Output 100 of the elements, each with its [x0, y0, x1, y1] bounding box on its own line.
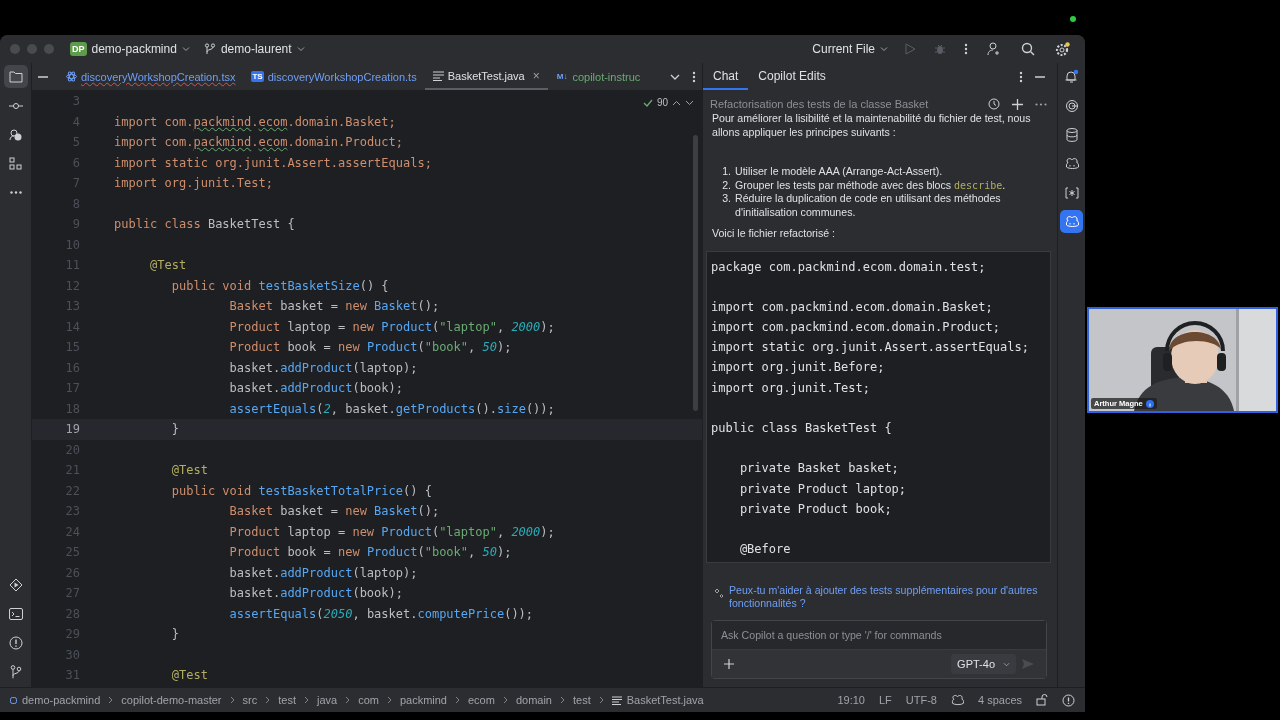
breadcrumb[interactable]: ecom — [468, 694, 495, 706]
chevron-down-icon[interactable] — [685, 99, 694, 106]
line-number: 19 — [64, 422, 80, 437]
branch-selector[interactable]: demo-laurent — [199, 40, 309, 58]
chat-icon[interactable] — [1060, 210, 1083, 233]
code-line: Product laptop = new Product("laptop", 2000); — [228, 524, 555, 539]
code-line: import static org.junit.Assert.assertEquals; — [711, 340, 1029, 355]
file-type-icon: M↓ — [555, 71, 569, 82]
settings-icon[interactable] — [1055, 41, 1070, 57]
code-line: Product book = new Product("book", 50); — [228, 340, 512, 355]
code-line: public void testBasketSize() { — [170, 278, 389, 293]
more-icon[interactable] — [964, 43, 968, 55]
list-number: 3. — [721, 192, 731, 206]
panel-tab[interactable]: Chat — [703, 63, 749, 90]
panel-tab[interactable]: Copilot Edits — [748, 63, 836, 90]
message-text: Voici le fichier refactorisé : — [712, 227, 837, 241]
code-line: @Before — [738, 542, 791, 557]
robot-icon[interactable] — [950, 694, 964, 706]
suggestion-link[interactable]: Peux-tu m'aider à ajouter des tests supplémentaires pour d'autres fonctionnalités ? — [729, 584, 1049, 610]
file-tab[interactable]: M↓ copilot-instruc — [547, 63, 649, 90]
plus-icon[interactable] — [1012, 98, 1023, 110]
collapse-icon[interactable] — [38, 75, 48, 78]
chevron-down-icon[interactable] — [670, 73, 680, 80]
add-user-icon[interactable] — [987, 42, 1001, 56]
breadcrumb[interactable]: demo-packmind — [22, 694, 101, 706]
atom-icon — [66, 71, 77, 82]
caret-icon — [296, 45, 305, 53]
message-text: Pour améliorer la lisibilité et la maintenabilité du fichier de test, nous allons appliquer les principes suivants : — [712, 112, 1032, 139]
inspection-count[interactable]: 90 — [656, 97, 668, 108]
code-line: import org.junit.Before; — [711, 360, 885, 375]
file-icon — [611, 695, 622, 705]
run-config-selector[interactable]: Current File — [808, 40, 892, 58]
chevron-up-icon[interactable] — [672, 99, 681, 106]
chevron-right-icon — [345, 696, 351, 704]
check-icon[interactable] — [642, 98, 653, 107]
code-line: import org.junit.Test; — [114, 176, 273, 191]
code-line: @Test — [170, 668, 208, 683]
breadcrumb[interactable]: BasketTest.java — [626, 694, 704, 706]
file-lines-icon — [432, 70, 444, 81]
history-icon[interactable] — [988, 98, 1000, 110]
breadcrumb[interactable]: test — [278, 694, 296, 706]
minimize-icon[interactable] — [1035, 75, 1045, 78]
caret-icon — [880, 45, 888, 53]
line-ending[interactable]: LF — [878, 694, 892, 706]
code-line: @Test — [170, 463, 208, 478]
list-number: 1. — [721, 165, 731, 179]
scrollbar[interactable] — [693, 135, 698, 411]
code-line: import com.packmind.ecom.domain.Product; — [711, 320, 1000, 335]
sparkle-icon — [713, 588, 725, 600]
warning-icon[interactable] — [1062, 693, 1075, 707]
breadcrumb[interactable]: src — [242, 694, 258, 706]
project-icon[interactable] — [3, 65, 28, 88]
code-line: private Basket basket; — [738, 461, 899, 476]
code-line: } — [170, 627, 180, 642]
breadcrumb[interactable]: java — [316, 694, 338, 706]
file-encoding[interactable]: UTF-8 — [905, 694, 937, 706]
chevron-right-icon — [303, 696, 309, 704]
code-line: import com.packmind.ecom.domain.Basket; — [711, 299, 993, 314]
indent-setting[interactable]: 4 spaces — [977, 694, 1022, 706]
code-line: basket.addProduct(laptop); — [228, 360, 418, 375]
chevron-right-icon — [229, 696, 235, 704]
breadcrumb[interactable]: com — [358, 694, 379, 706]
model-dropdown[interactable]: GPT-4o — [951, 654, 1016, 674]
list-number: 2. — [721, 178, 731, 192]
more-icon[interactable] — [1019, 70, 1023, 83]
file-type-icon: TS — [251, 71, 264, 82]
code-line: import org.junit.Test; — [711, 380, 870, 395]
chevron-right-icon — [455, 696, 460, 704]
add-icon[interactable] — [724, 659, 734, 669]
status-dot-icon — [1070, 16, 1076, 22]
code-line: Basket basket = new Basket(); — [228, 299, 440, 314]
breadcrumb[interactable]: packmind — [399, 694, 447, 706]
file-tab[interactable]: BasketTest.java × — [424, 63, 548, 90]
code-line: public class BasketTest { — [114, 217, 295, 232]
breadcrumb[interactable]: copilot-demo-master — [121, 694, 222, 706]
code-line: } — [170, 422, 180, 437]
chevron-right-icon — [559, 696, 565, 704]
branch-icon — [203, 43, 216, 55]
code-line: import com.packmind.ecom.domain.Product; — [114, 135, 403, 150]
more-icon[interactable] — [692, 70, 696, 83]
caret-icon — [1003, 660, 1010, 668]
breadcrumb[interactable]: domain — [515, 694, 552, 706]
code-line: Product laptop = new Product("laptop", 2000); — [228, 319, 555, 334]
file-tab[interactable]: discoveryWorkshopCreation.tsx — [58, 63, 244, 90]
more-icon[interactable] — [1035, 102, 1047, 106]
lock-icon[interactable] — [1036, 694, 1048, 706]
code-line: private Product laptop; — [738, 481, 907, 496]
chat-input[interactable]: Ask Copilot a question or type '/' for commands GPT-4o — [711, 620, 1047, 679]
code-line: private Product book; — [738, 501, 892, 516]
file-tab[interactable]: TS discoveryWorkshopCreation.ts — [243, 63, 425, 90]
cursor-position[interactable]: 19:10 — [837, 694, 865, 706]
search-icon[interactable] — [1021, 42, 1035, 56]
chevron-right-icon — [598, 696, 604, 704]
code-line: basket.addProduct(book); — [228, 586, 403, 601]
chevron-right-icon — [265, 696, 271, 704]
list-item: Utiliser le modèle AAA (Arrange-Act-Assert). — [735, 165, 943, 179]
code-line: package com.packmind.ecom.domain.test; — [711, 259, 986, 274]
project-selector[interactable]: DP demo-packmind — [66, 40, 194, 58]
code-line: public void testBasketTotalPrice() { — [170, 483, 432, 498]
breadcrumb[interactable]: test — [572, 694, 591, 706]
